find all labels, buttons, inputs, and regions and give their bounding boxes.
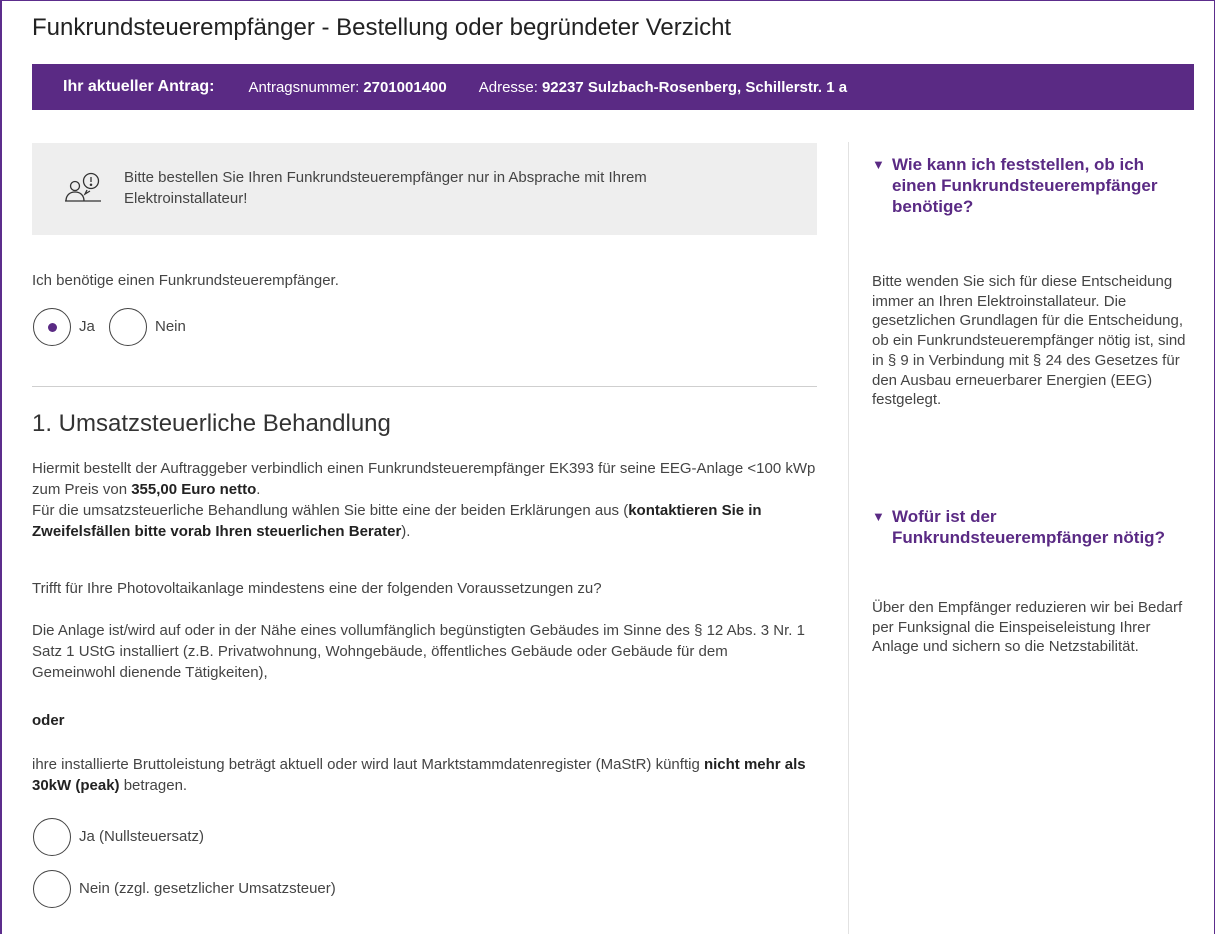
address-label: Adresse: — [478, 78, 538, 96]
triangle-down-icon: ▼ — [872, 157, 885, 172]
radio-nein-label[interactable]: Nein — [155, 317, 186, 337]
radio-ja[interactable] — [33, 308, 71, 346]
address-value: 92237 Sulzbach-Rosenberg, Schillerstr. 1… — [541, 78, 848, 96]
section-heading-tax: 1. Umsatzsteuerliche Behandlung — [32, 410, 391, 437]
order-price: 355,00 Euro netto — [131, 481, 257, 498]
tax-choice-paragraph: Für die umsatzsteuerliche Behandlung wäh… — [32, 500, 832, 542]
order-text-end: . — [256, 481, 261, 498]
condition-power-text: ihre installierte Bruttoleistung beträgt… — [32, 756, 704, 773]
radio-nullsteuersatz[interactable] — [33, 818, 71, 856]
order-paragraph: Hiermit bestellt der Auftraggeber verbin… — [32, 458, 822, 500]
radio-umsatzsteuer[interactable] — [33, 870, 71, 908]
radio-nein[interactable] — [109, 308, 147, 346]
or-text: oder — [32, 710, 65, 731]
need-receiver-question: Ich benötige einen Funkrundsteuerempfäng… — [32, 272, 339, 289]
faq-toggle-need-receiver[interactable]: ▼ Wie kann ich feststellen, ob ich einen… — [872, 154, 1172, 217]
application-number-label: Antragsnummer: — [248, 78, 360, 96]
radio-umsatzsteuer-label[interactable]: Nein (zzgl. gesetzlicher Umsatzsteuer) — [79, 879, 336, 899]
info-text: Bitte bestellen Sie Ihren Funkrundsteuer… — [124, 169, 647, 207]
tax-choice-text-end: ). — [401, 523, 411, 540]
info-box: Bitte bestellen Sie Ihren Funkrundsteuer… — [32, 143, 817, 235]
application-number-value: 2701001400 — [363, 78, 447, 96]
condition-power: ihre installierte Bruttoleistung beträgt… — [32, 754, 822, 796]
column-divider — [848, 142, 849, 934]
faq-title-purpose[interactable]: Wofür ist der Funkrundsteuerempfänger nö… — [892, 506, 1172, 548]
page-title: Funkrundsteuerempfänger - Bestellung ode… — [32, 14, 732, 41]
faq-title-need-receiver[interactable]: Wie kann ich feststellen, ob ich einen F… — [892, 154, 1172, 217]
tax-choice-text: Für die umsatzsteuerliche Behandlung wäh… — [32, 502, 629, 519]
radio-ja-label[interactable]: Ja — [79, 317, 95, 337]
or-bold: oder — [32, 712, 65, 729]
requirements-question: Trifft für Ihre Photovoltaikanlage minde… — [32, 580, 602, 597]
triangle-down-icon: ▼ — [872, 509, 885, 524]
current-application-banner: Ihr aktueller Antrag: Antragsnummer: 270… — [32, 64, 1194, 110]
faq-toggle-purpose[interactable]: ▼ Wofür ist der Funkrundsteuerempfänger … — [872, 506, 1172, 548]
divider — [32, 386, 817, 387]
faq-answer-purpose: Über den Empfänger reduzieren wir bei Be… — [872, 599, 1183, 656]
condition-building: Die Anlage ist/wird auf oder in der Nähe… — [32, 622, 805, 681]
radio-nullsteuersatz-label[interactable]: Ja (Nullsteuersatz) — [79, 827, 204, 847]
faq-answer-need-receiver: Bitte wenden Sie sich für diese Entschei… — [872, 273, 1186, 409]
person-idea-icon — [63, 168, 103, 208]
banner-label: Ihr aktueller Antrag: — [63, 78, 215, 95]
condition-power-text-end: betragen. — [119, 777, 188, 794]
